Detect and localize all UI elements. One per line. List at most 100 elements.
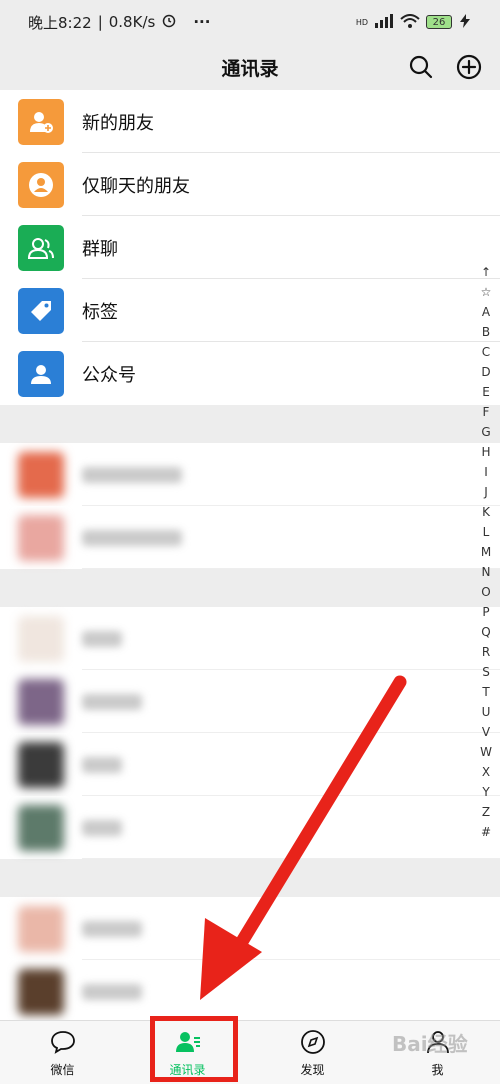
index-letter[interactable]: N xyxy=(482,562,491,582)
contact-name-blurred xyxy=(82,529,182,546)
avatar xyxy=(18,615,64,662)
signal-icon xyxy=(374,13,394,31)
tab-chats-label: 微信 xyxy=(50,1062,75,1077)
section-header xyxy=(0,859,500,897)
index-letter[interactable]: B xyxy=(482,322,490,342)
index-letter[interactable]: G xyxy=(481,422,490,442)
search-icon[interactable] xyxy=(406,52,436,82)
index-letter[interactable]: P xyxy=(482,602,489,622)
index-letter[interactable]: O xyxy=(481,582,490,602)
battery-indicator: 26 xyxy=(426,15,452,29)
group-chats-label: 群聊 xyxy=(82,238,118,260)
status-more: ··· xyxy=(193,13,211,31)
list-item[interactable] xyxy=(0,670,500,733)
list-item[interactable] xyxy=(0,607,500,670)
index-letter[interactable]: X xyxy=(482,762,490,782)
new-friends-item[interactable]: 新的朋友 xyxy=(0,90,500,153)
tab-bar: 微信 通讯录 发现 我 xyxy=(0,1020,500,1084)
index-letter[interactable]: J xyxy=(484,482,488,502)
tags-item[interactable]: 标签 xyxy=(0,279,500,342)
avatar xyxy=(18,804,64,851)
index-letter[interactable]: ↑ xyxy=(481,262,491,282)
avatar xyxy=(18,514,64,561)
alphabet-index[interactable]: ↑ ☆ A B C D E F G H I J K L M N O P Q R S T U V W X Y Z # xyxy=(478,262,494,842)
index-letter[interactable]: I xyxy=(484,462,488,482)
contacts-icon xyxy=(174,1028,202,1059)
contact-list[interactable]: 新的朋友 仅聊天的朋友 群聊 标签 公众号 xyxy=(0,90,500,1020)
add-friend-icon xyxy=(18,98,64,145)
index-letter[interactable]: K xyxy=(482,502,490,522)
profile-icon xyxy=(424,1028,452,1059)
list-item[interactable] xyxy=(0,443,500,506)
index-letter[interactable]: F xyxy=(483,402,490,422)
index-letter[interactable]: L xyxy=(483,522,490,542)
index-letter[interactable]: M xyxy=(481,542,491,562)
index-letter[interactable]: E xyxy=(482,382,490,402)
group-chat-icon xyxy=(18,224,64,271)
index-letter[interactable]: C xyxy=(482,342,490,362)
tab-me[interactable]: 我 xyxy=(375,1021,500,1084)
hd-badge: HD xyxy=(355,17,368,27)
index-letter[interactable]: Q xyxy=(481,622,490,642)
section-header xyxy=(0,569,500,607)
list-item[interactable] xyxy=(0,506,500,569)
tab-contacts-label: 通讯录 xyxy=(169,1062,206,1077)
tab-contacts[interactable]: 通讯录 xyxy=(125,1021,250,1084)
nav-bar: 通讯录 xyxy=(0,44,500,90)
list-item[interactable] xyxy=(0,897,500,960)
page-title: 通讯录 xyxy=(221,57,279,80)
charging-icon xyxy=(458,13,472,31)
official-account-icon xyxy=(18,350,64,397)
group-chats-item[interactable]: 群聊 xyxy=(0,216,500,279)
list-item[interactable] xyxy=(0,796,500,859)
chat-bubble-icon xyxy=(49,1028,77,1059)
index-letter[interactable]: Z xyxy=(482,802,490,822)
tab-discover-label: 发现 xyxy=(300,1062,325,1077)
index-letter[interactable]: H xyxy=(481,442,490,462)
avatar xyxy=(18,451,64,498)
chat-only-friends-label: 仅聊天的朋友 xyxy=(82,175,190,197)
tab-me-label: 我 xyxy=(431,1062,444,1077)
status-time: 晚上8:22 xyxy=(28,13,92,32)
tab-discover[interactable]: 发现 xyxy=(250,1021,375,1084)
status-bar: 晚上8:22 | 0.8K/s ··· HD 26 xyxy=(0,0,500,44)
contact-name-blurred xyxy=(82,693,142,710)
list-item[interactable] xyxy=(0,733,500,796)
avatar xyxy=(18,968,64,1015)
index-letter[interactable]: S xyxy=(482,662,490,682)
contact-name-blurred xyxy=(82,920,142,937)
tab-chats[interactable]: 微信 xyxy=(0,1021,125,1084)
tag-icon xyxy=(18,287,64,334)
contact-name-blurred xyxy=(82,819,122,836)
add-icon[interactable] xyxy=(454,52,484,82)
wifi-icon xyxy=(400,13,420,31)
index-letter[interactable]: R xyxy=(482,642,490,662)
official-accounts-item[interactable]: 公众号 xyxy=(0,342,500,405)
index-letter[interactable]: U xyxy=(482,702,491,722)
index-letter[interactable]: # xyxy=(481,822,491,842)
tags-label: 标签 xyxy=(82,301,118,323)
index-letter[interactable]: Y xyxy=(482,782,489,802)
index-letter[interactable]: T xyxy=(482,682,489,702)
alarm-icon xyxy=(161,12,177,32)
contact-name-blurred xyxy=(82,466,182,483)
list-item[interactable] xyxy=(0,960,500,1020)
official-accounts-label: 公众号 xyxy=(82,364,136,386)
compass-icon xyxy=(299,1028,327,1059)
avatar xyxy=(18,741,64,788)
chat-only-friend-icon xyxy=(18,161,64,208)
status-network-speed: 0.8K/s xyxy=(108,13,156,31)
avatar xyxy=(18,678,64,725)
status-separator: | xyxy=(97,13,103,31)
index-letter[interactable]: V xyxy=(482,722,490,742)
chat-only-friends-item[interactable]: 仅聊天的朋友 xyxy=(0,153,500,216)
index-letter[interactable]: W xyxy=(480,742,492,762)
index-letter[interactable]: ☆ xyxy=(481,282,492,302)
index-letter[interactable]: D xyxy=(481,362,490,382)
new-friends-label: 新的朋友 xyxy=(82,112,154,134)
contact-name-blurred xyxy=(82,630,122,647)
index-letter[interactable]: A xyxy=(482,302,490,322)
section-header xyxy=(0,405,500,443)
avatar xyxy=(18,905,64,952)
contact-name-blurred xyxy=(82,756,122,773)
